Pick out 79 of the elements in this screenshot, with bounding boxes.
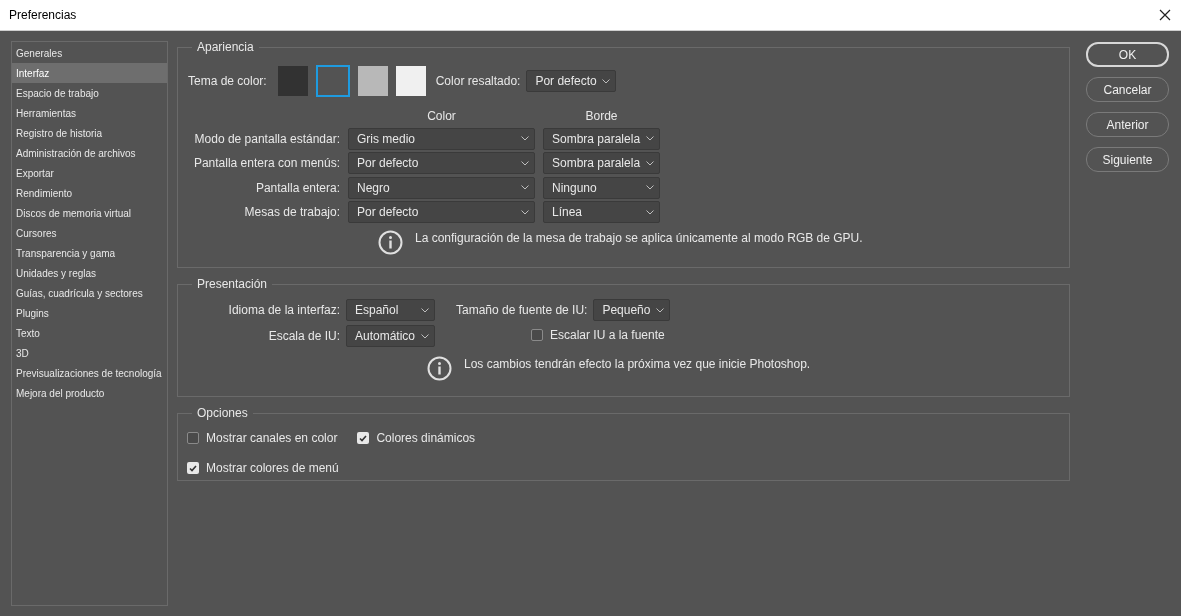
field-label: Escala de IU: [267, 328, 340, 345]
chevron-down-icon [521, 209, 529, 215]
field-label: Tamaño de fuente de IU: [456, 302, 588, 319]
sidebar-item[interactable]: Espacio de trabajo [12, 83, 167, 103]
field-label: Idioma de la interfaz: [227, 302, 340, 319]
dropdown[interactable]: Español [346, 299, 435, 321]
column-header: Borde [584, 108, 619, 125]
field-label: Pantalla entera: [254, 179, 340, 197]
chevron-down-icon [646, 136, 654, 141]
chevron-down-icon [421, 307, 429, 313]
dropdown[interactable]: Gris medio [348, 127, 535, 150]
field-label: Color resaltado: [435, 73, 521, 90]
sidebar-item[interactable]: Interfaz [12, 63, 167, 83]
field-label: Pantalla entera con menús: [192, 155, 340, 172]
dropdown[interactable]: Pequeño [593, 299, 671, 321]
sidebar-item[interactable]: Texto [12, 323, 167, 343]
dropdown[interactable]: Por defecto [348, 152, 535, 174]
sidebar-item[interactable]: Administración de archivos [12, 143, 167, 163]
sidebar-item[interactable]: 3D [12, 343, 167, 363]
group-title: Opciones [192, 405, 253, 421]
sidebar-item[interactable]: Plugins [12, 303, 167, 323]
field-label: Modo de pantalla estándar: [193, 130, 340, 148]
checkbox[interactable] [187, 462, 199, 474]
sidebar-item[interactable]: Transparencia y gama [12, 243, 167, 263]
sidebar-item[interactable]: Herramientas [12, 103, 167, 123]
dropdown[interactable]: Por defecto [526, 70, 617, 92]
sidebar-item[interactable]: Registro de historia [12, 123, 167, 143]
sidebar-item[interactable]: Discos de memoria virtual [12, 203, 167, 223]
dialog-button[interactable]: OK [1086, 42, 1169, 67]
dialog-button[interactable]: Siguiente [1086, 147, 1169, 172]
info-text: La configuración de la mesa de trabajo se aplica únicamente al modo RGB de GPU. [415, 230, 863, 247]
color-theme-swatch[interactable] [395, 66, 426, 96]
sidebar-item[interactable]: Rendimiento [12, 183, 167, 203]
sidebar-item[interactable]: Previsualizaciones de tecnología [12, 363, 167, 383]
group-title: Apariencia [192, 39, 259, 55]
color-theme-swatch[interactable] [277, 66, 308, 96]
chevron-down-icon [521, 136, 529, 141]
dropdown[interactable]: Sombra paralela [543, 127, 660, 150]
dropdown[interactable]: Automático [346, 325, 435, 347]
close-icon[interactable] [1159, 9, 1171, 21]
column-header: Color [426, 108, 457, 125]
sidebar-item[interactable]: Mejora del producto [12, 383, 167, 403]
info-text: Los cambios tendrán efecto la próxima vez que inicie Photoshop. [464, 356, 811, 373]
sidebar-item[interactable]: Exportar [12, 163, 167, 183]
dropdown[interactable]: Por defecto [348, 201, 535, 223]
check-icon [359, 434, 368, 442]
sidebar-item[interactable]: Generales [12, 43, 167, 63]
dropdown[interactable]: Línea [543, 201, 660, 223]
chevron-down-icon [602, 78, 611, 84]
dialog-button[interactable]: Cancelar [1086, 77, 1169, 102]
checkbox[interactable] [531, 329, 543, 341]
chevron-down-icon [421, 333, 429, 339]
checkbox[interactable] [357, 432, 370, 444]
dropdown[interactable]: Negro [348, 176, 535, 199]
sidebar-item[interactable]: Unidades y reglas [12, 263, 167, 283]
color-theme-swatch[interactable] [315, 65, 350, 97]
chevron-down-icon [521, 160, 529, 166]
dropdown[interactable]: Sombra paralela [543, 152, 660, 174]
check-icon [189, 464, 197, 472]
sidebar-item[interactable]: Cursores [12, 223, 167, 243]
checkbox-label: Escalar IU a la fuente [550, 327, 665, 344]
checkbox-label: Colores dinámicos [376, 430, 476, 447]
checkbox-label: Mostrar colores de menú [206, 460, 339, 477]
info-icon [427, 355, 452, 381]
checkbox[interactable] [187, 432, 199, 444]
sidebar-item[interactable]: Guías, cuadrícula y sectores [12, 283, 167, 303]
window-title: Preferencias [9, 7, 77, 24]
dialog-button[interactable]: Anterior [1086, 112, 1169, 137]
info-icon [378, 229, 403, 255]
checkbox-label: Mostrar canales en color [206, 430, 338, 447]
field-label: Mesas de trabajo: [243, 204, 340, 221]
color-theme-swatch[interactable] [357, 66, 388, 96]
chevron-down-icon [656, 307, 665, 313]
chevron-down-icon [646, 160, 654, 166]
dropdown[interactable]: Ninguno [543, 176, 660, 199]
chevron-down-icon [646, 185, 654, 190]
field-label: Tema de color: [188, 73, 267, 90]
chevron-down-icon [646, 209, 654, 215]
chevron-down-icon [521, 185, 529, 190]
